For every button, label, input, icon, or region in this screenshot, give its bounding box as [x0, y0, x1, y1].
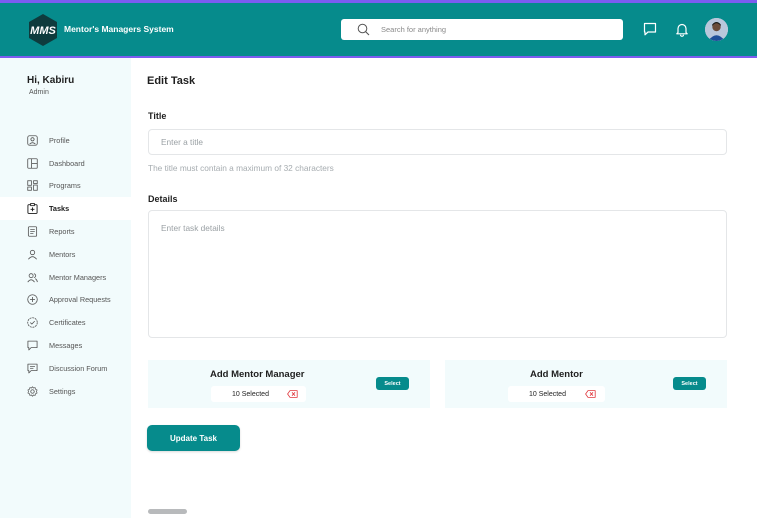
- user-photo-icon: [705, 18, 728, 41]
- search-bar[interactable]: [341, 19, 623, 40]
- title-label: Title: [148, 111, 167, 121]
- top-bar: MMS Mentor's Managers System: [0, 0, 757, 58]
- remove-selection-icon[interactable]: [585, 390, 596, 398]
- sidebar-item-label: Profile: [49, 135, 70, 145]
- programs-icon: [27, 180, 38, 192]
- mentor-selected-chip: 10 Selected: [508, 386, 605, 402]
- details-label: Details: [148, 194, 178, 204]
- add-mentor-manager-card: Add Mentor Manager 10 Selected Select: [148, 360, 430, 408]
- sidebar-item-label: Discussion Forum: [49, 363, 108, 373]
- sidebar-item-settings[interactable]: Settings: [0, 380, 131, 403]
- mentors-icon: [28, 249, 37, 260]
- sidebar-item-label: Reports: [49, 227, 75, 237]
- sidebar-item-certificates[interactable]: Certificates: [0, 311, 131, 334]
- user-role: Admin: [29, 89, 49, 96]
- profile-icon: [27, 135, 38, 146]
- sidebar-item-reports[interactable]: Reports: [0, 220, 131, 243]
- sidebar-item-mentor-managers[interactable]: Mentor Managers: [0, 266, 131, 289]
- reports-icon: [27, 226, 38, 237]
- sidebar-item-profile[interactable]: Profile: [0, 129, 131, 152]
- sidebar-item-mentors[interactable]: Mentors: [0, 243, 131, 266]
- sidebar-item-label: Messages: [49, 341, 83, 351]
- search-input[interactable]: [381, 22, 611, 37]
- mentor-manager-selected-chip: 10 Selected: [211, 386, 306, 402]
- mms-logo[interactable]: MMS: [28, 14, 58, 46]
- tasks-icon: [27, 203, 38, 215]
- sidebar-item-label: Mentors: [49, 249, 76, 259]
- sidebar-item-label: Approval Requests: [49, 295, 111, 305]
- sidebar-item-approval-requests[interactable]: Approval Requests: [0, 289, 131, 312]
- sidebar-item-programs[interactable]: Programs: [0, 175, 131, 198]
- sidebar-item-label: Programs: [49, 181, 81, 191]
- update-task-button[interactable]: Update Task: [147, 425, 240, 451]
- search-icon: [357, 23, 370, 36]
- user-greeting: Hi, Kabiru: [27, 75, 75, 86]
- forum-icon: [27, 363, 38, 374]
- sidebar-item-dashboard[interactable]: Dashboard: [0, 152, 131, 175]
- sidebar-item-label: Certificates: [49, 318, 86, 328]
- logo-text: MMS: [30, 25, 56, 37]
- select-mentor-manager-button[interactable]: Select: [376, 377, 409, 390]
- sidebar-item-label: Settings: [49, 386, 76, 396]
- remove-selection-icon[interactable]: [287, 390, 298, 398]
- add-mentor-manager-title: Add Mentor Manager: [210, 369, 305, 380]
- bell-icon[interactable]: [674, 21, 690, 37]
- chat-icon[interactable]: [642, 21, 658, 37]
- mentor-selected-count: 10 Selected: [529, 390, 566, 398]
- approval-icon: [27, 294, 38, 306]
- dashboard-icon: [27, 158, 38, 169]
- sidebar-item-label: Mentor Managers: [49, 272, 107, 282]
- details-textarea[interactable]: [148, 210, 727, 338]
- sidebar-item-label: Tasks: [49, 204, 70, 214]
- add-mentor-title: Add Mentor: [530, 369, 583, 380]
- certificate-icon: [27, 317, 38, 328]
- add-mentor-card: Add Mentor 10 Selected Select: [445, 360, 727, 408]
- sidebar-item-discussion-forum[interactable]: Discussion Forum: [0, 357, 131, 380]
- sidebar-item-messages[interactable]: Messages: [0, 334, 131, 357]
- page-title: Edit Task: [147, 75, 196, 87]
- main-content: Edit Task Title The title must contain a…: [131, 58, 757, 518]
- sidebar-item-tasks[interactable]: Tasks: [0, 197, 131, 221]
- mentor-manager-selected-count: 10 Selected: [232, 390, 269, 398]
- mentor-managers-icon: [27, 272, 38, 283]
- app-name: Mentor's Managers System: [64, 24, 174, 34]
- title-hint: The title must contain a maximum of 32 c…: [148, 163, 334, 173]
- sidebar-nav: Profile Dashboard Programs Tasks Reports…: [0, 129, 131, 403]
- messages-icon: [27, 340, 38, 351]
- select-mentor-button[interactable]: Select: [673, 377, 706, 390]
- sidebar-item-label: Dashboard: [49, 158, 85, 168]
- settings-icon: [27, 386, 38, 397]
- sidebar: Hi, Kabiru Admin Profile Dashboard Progr…: [0, 58, 131, 518]
- title-input[interactable]: [148, 129, 727, 155]
- avatar[interactable]: [705, 18, 728, 41]
- horizontal-scrollbar[interactable]: [148, 509, 187, 514]
